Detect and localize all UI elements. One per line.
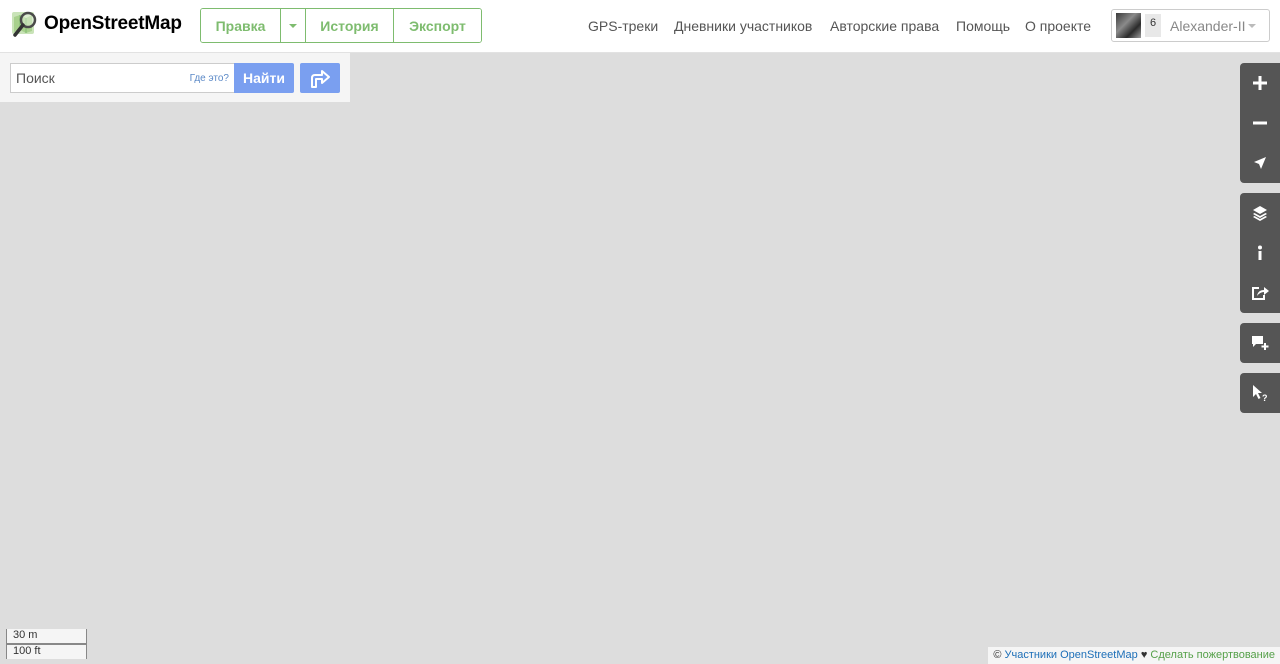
minus-icon (1253, 121, 1267, 125)
note-add-icon (1252, 336, 1269, 350)
avatar (1116, 13, 1141, 38)
scale-imperial: 100 ft (6, 644, 87, 659)
query-features-button[interactable]: ? (1240, 373, 1280, 413)
logo-link[interactable]: OpenStreetMap (10, 9, 182, 39)
map-controls-panels (1240, 193, 1280, 313)
search-box: Где это? (10, 63, 234, 93)
copyright-symbol: © (993, 649, 1002, 661)
contributors-link[interactable]: Участники OpenStreetMap (1004, 649, 1137, 661)
edit-dropdown-button[interactable] (281, 9, 306, 42)
info-icon (1258, 245, 1262, 260)
locate-button[interactable] (1240, 143, 1280, 183)
search-input[interactable] (11, 64, 186, 92)
search-button[interactable]: Найти (234, 63, 294, 93)
message-count-badge: 6 (1145, 14, 1161, 37)
nav-copyright[interactable]: Авторские права (830, 18, 939, 34)
map-controls-notes (1240, 323, 1280, 363)
username: Alexander-II (1170, 18, 1246, 34)
attribution: © Участники OpenStreetMap ♥ Сделать поже… (988, 647, 1280, 664)
search-panel: Где это? Найти (0, 53, 350, 102)
logo-text: OpenStreetMap (44, 13, 182, 34)
export-button[interactable]: Экспорт (394, 9, 481, 42)
share-button[interactable] (1240, 273, 1280, 313)
location-arrow-icon (1254, 157, 1266, 169)
zoom-in-button[interactable] (1240, 63, 1280, 103)
layers-icon (1253, 206, 1267, 221)
edit-button[interactable]: Правка (201, 9, 281, 42)
chevron-down-icon (289, 23, 297, 28)
scale-metric: 30 m (6, 629, 87, 644)
chevron-down-icon (1248, 24, 1256, 28)
svg-text:?: ? (1262, 393, 1268, 402)
nav-gps-traces[interactable]: GPS-треки (588, 18, 658, 34)
history-button[interactable]: История (306, 9, 394, 42)
query-cursor-icon: ? (1253, 385, 1268, 402)
user-menu[interactable]: 6 Alexander-II (1111, 9, 1270, 42)
zoom-out-button[interactable] (1240, 103, 1280, 143)
layers-button[interactable] (1240, 193, 1280, 233)
nav-help[interactable]: Помощь (956, 18, 1010, 34)
share-icon (1252, 287, 1269, 300)
edit-button-group: Правка История Экспорт (200, 8, 482, 43)
nav-user-diaries[interactable]: Дневники участников (674, 18, 812, 34)
map-controls-query: ? (1240, 373, 1280, 413)
header: OpenStreetMap Правка История Экспорт GPS… (0, 0, 1280, 53)
directions-icon (311, 70, 330, 88)
map-controls-zoom (1240, 63, 1280, 183)
plus-icon (1253, 76, 1267, 90)
osm-logo-icon (12, 11, 37, 37)
directions-button[interactable] (300, 63, 340, 93)
heart-icon: ♥ (1140, 649, 1148, 661)
map-scale: 30 m 100 ft (6, 629, 87, 659)
donate-link[interactable]: Сделать пожертвование (1150, 649, 1275, 661)
where-is-this-link[interactable]: Где это? (190, 73, 229, 84)
add-note-button[interactable] (1240, 323, 1280, 363)
map-key-button[interactable] (1240, 233, 1280, 273)
nav-about[interactable]: О проекте (1025, 18, 1091, 34)
